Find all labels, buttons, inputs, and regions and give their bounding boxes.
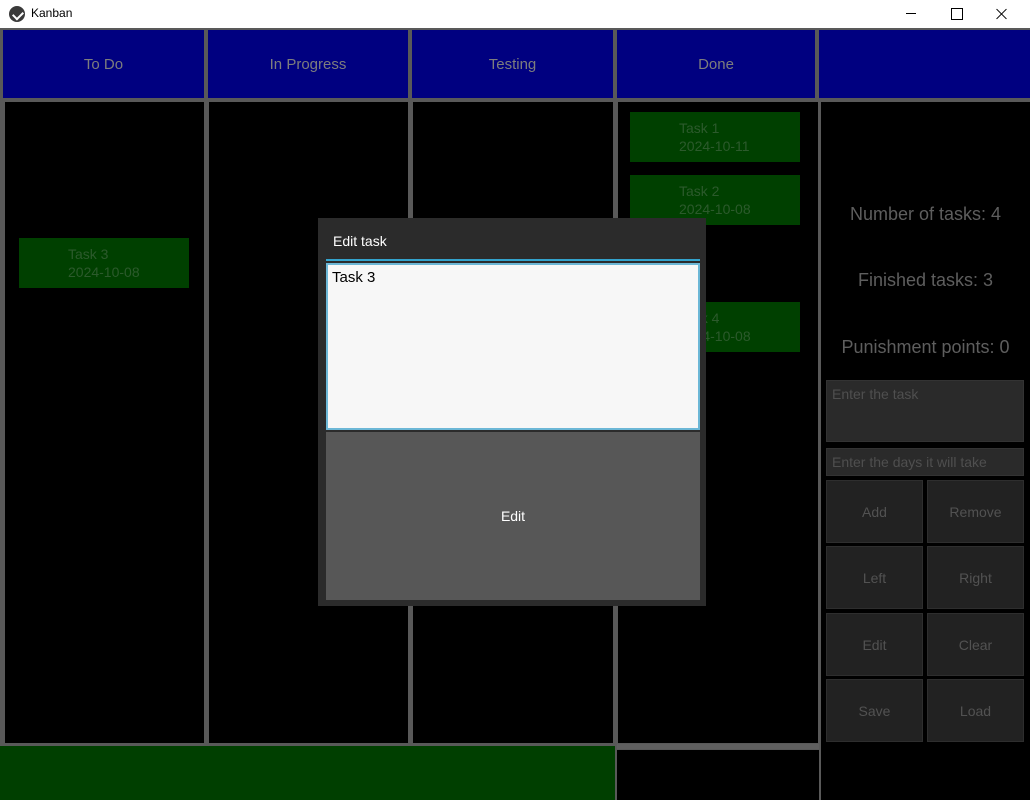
number-of-tasks-label: Number of tasks: 4: [849, 204, 1002, 224]
finished-tasks-label: Finished tasks: 3: [857, 270, 994, 290]
column-header-in-progress: In Progress: [208, 30, 408, 98]
maximize-icon[interactable]: [933, 0, 979, 28]
task-date: 2024-10-11: [679, 138, 750, 154]
title-bar: Kanban: [0, 0, 1030, 28]
task-name: Task 2: [679, 183, 720, 199]
divider: [617, 744, 819, 749]
task-date: 2024-10-08: [68, 264, 140, 280]
bottom-panel: [617, 750, 819, 800]
edit-button[interactable]: Edit: [826, 613, 923, 676]
column-header-testing: Testing: [412, 30, 613, 98]
task-card[interactable]: Task 1 2024-10-11: [630, 112, 800, 162]
task-name: Task 3: [68, 246, 109, 262]
clear-button[interactable]: Clear: [927, 613, 1024, 676]
task-name: Task 1: [679, 120, 720, 136]
punishment-points-label: Punishment points: 0: [841, 337, 1010, 357]
edit-task-dialog: Edit task Task 3 Edit: [318, 218, 706, 606]
column-header-extra: [819, 30, 1030, 98]
app-logo-icon: [9, 6, 25, 22]
minimize-icon[interactable]: [888, 0, 934, 28]
close-icon[interactable]: [979, 0, 1025, 28]
dialog-title: Edit task: [333, 233, 387, 249]
task-date: 2024-10-08: [679, 201, 751, 217]
add-button[interactable]: Add: [826, 480, 923, 543]
dialog-edit-button[interactable]: Edit: [326, 432, 700, 600]
remove-button[interactable]: Remove: [927, 480, 1024, 543]
task-card[interactable]: Task 3 2024-10-08: [19, 238, 189, 288]
column-header-done: Done: [617, 30, 815, 98]
days-input[interactable]: Enter the days it will take: [826, 448, 1024, 476]
window-title: Kanban: [31, 6, 73, 20]
task-input[interactable]: Enter the task: [826, 380, 1024, 442]
task-name-field[interactable]: Task 3: [326, 263, 700, 430]
save-button[interactable]: Save: [826, 679, 923, 742]
right-button[interactable]: Right: [927, 546, 1024, 609]
column-todo: [5, 102, 204, 743]
dialog-separator: [326, 259, 700, 261]
column-header-todo: To Do: [3, 30, 204, 98]
left-button[interactable]: Left: [826, 546, 923, 609]
load-button[interactable]: Load: [927, 679, 1024, 742]
progress-bar-fill: [0, 746, 615, 800]
